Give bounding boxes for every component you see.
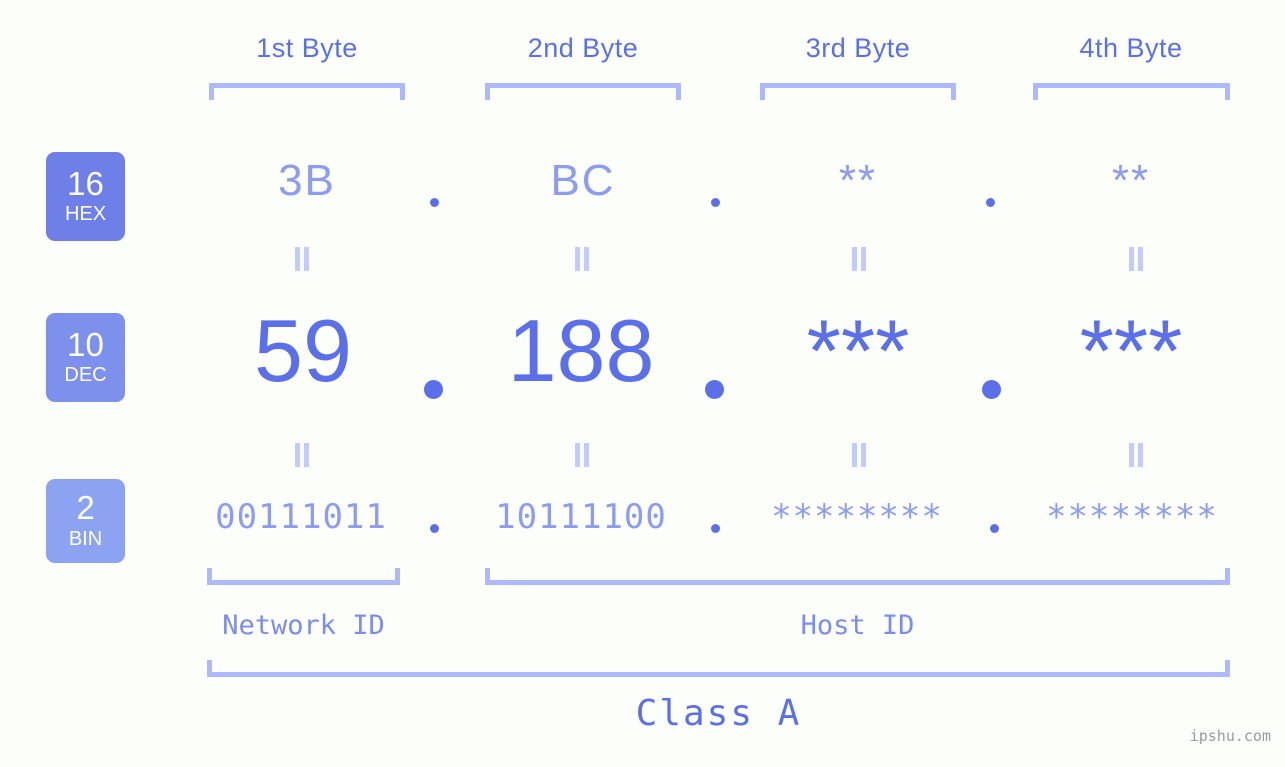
base-badge-dec: 10 DEC xyxy=(46,313,125,402)
hex-separator-2 xyxy=(711,198,720,207)
dec-byte-1: 59 xyxy=(254,301,352,400)
equals-icon-dec-bin-3 xyxy=(851,443,867,467)
hex-separator-1 xyxy=(430,198,439,207)
bin-separator-2 xyxy=(711,524,720,533)
equals-icon-hex-dec-3 xyxy=(851,247,867,271)
host-id-bracket xyxy=(485,568,1230,585)
base-radix-hex: 16 xyxy=(67,164,104,202)
bin-separator-1 xyxy=(430,524,439,533)
byte-bracket-2 xyxy=(485,83,681,100)
watermark: ipshu.com xyxy=(1189,727,1271,745)
base-badge-bin: 2 BIN xyxy=(46,479,125,563)
bin-byte-2: 10111100 xyxy=(495,497,667,537)
bin-byte-1: 00111011 xyxy=(215,497,387,537)
hex-byte-4: ** xyxy=(1111,156,1151,205)
network-id-bracket xyxy=(207,568,400,585)
equals-icon-dec-bin-2 xyxy=(574,443,590,467)
dec-separator-1 xyxy=(424,380,443,399)
dec-byte-3: *** xyxy=(806,301,910,400)
network-id-label: Network ID xyxy=(222,610,385,641)
equals-icon-hex-dec-1 xyxy=(294,247,310,271)
equals-icon-dec-bin-4 xyxy=(1128,443,1144,467)
bin-byte-4: ******** xyxy=(1046,497,1218,537)
class-label: Class A xyxy=(635,693,802,734)
hex-byte-1: 3B xyxy=(278,156,336,205)
byte-bracket-1 xyxy=(209,83,405,100)
equals-icon-dec-bin-1 xyxy=(294,443,310,467)
bin-byte-3: ******** xyxy=(771,497,943,537)
class-bracket xyxy=(207,660,1230,677)
byte-bracket-3 xyxy=(760,83,956,100)
byte-bracket-4 xyxy=(1033,83,1230,100)
host-id-label: Host ID xyxy=(800,610,915,641)
ip-byte-breakdown-diagram: 1st Byte 2nd Byte 3rd Byte 4th Byte 16 H… xyxy=(0,0,1285,767)
byte-header-3: 3rd Byte xyxy=(805,33,911,63)
dec-separator-2 xyxy=(705,380,724,399)
base-name-bin: BIN xyxy=(68,527,103,550)
base-name-dec: DEC xyxy=(64,364,107,387)
dec-byte-4: *** xyxy=(1079,301,1183,400)
hex-byte-3: ** xyxy=(838,156,878,205)
byte-header-4: 4th Byte xyxy=(1079,33,1183,63)
equals-icon-hex-dec-4 xyxy=(1128,247,1144,271)
equals-icon-hex-dec-2 xyxy=(574,247,590,271)
hex-byte-2: BC xyxy=(550,156,616,205)
byte-header-2: 2nd Byte xyxy=(527,33,639,63)
base-radix-bin: 2 xyxy=(76,489,95,527)
base-radix-dec: 10 xyxy=(67,325,104,363)
hex-separator-3 xyxy=(986,198,995,207)
dec-separator-3 xyxy=(982,380,1001,399)
base-badge-hex: 16 HEX xyxy=(46,152,125,241)
byte-header-1: 1st Byte xyxy=(256,33,358,63)
base-name-hex: HEX xyxy=(64,203,107,226)
dec-byte-2: 188 xyxy=(507,301,655,400)
bin-separator-3 xyxy=(990,524,999,533)
